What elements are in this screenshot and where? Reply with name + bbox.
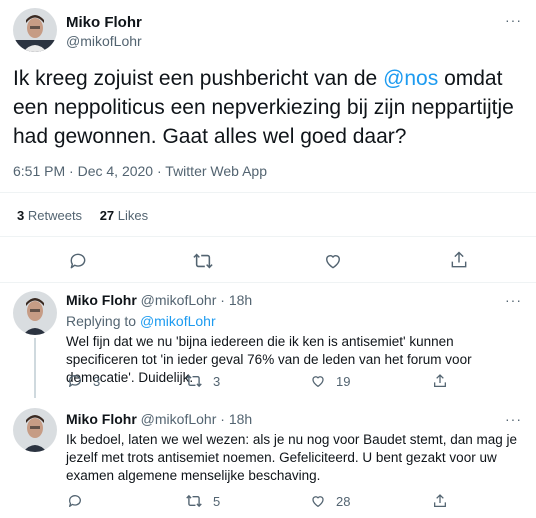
likes-label: Likes xyxy=(117,208,149,223)
reply-icon xyxy=(70,253,86,269)
retweet-icon xyxy=(186,374,202,388)
retweet-button[interactable]: 3 xyxy=(185,373,220,389)
avatar[interactable] xyxy=(13,8,57,52)
reply-age[interactable]: 18h xyxy=(229,411,252,427)
reply-icon xyxy=(69,375,81,387)
replying-label: Replying to xyxy=(66,313,137,329)
tweet-meta: 6:51 PM · Dec 4, 2020 · Twitter Web App xyxy=(13,163,267,179)
divider xyxy=(0,192,536,193)
share-icon xyxy=(434,494,446,507)
tweet-time[interactable]: 6:51 PM xyxy=(13,163,65,179)
divider xyxy=(0,282,536,283)
meta-separator: · xyxy=(156,163,162,179)
thread-line xyxy=(34,338,36,398)
retweet-count: 3 xyxy=(213,373,221,389)
reply-header: Miko Flohr @mikofLohr · 18h xyxy=(66,292,252,308)
tweet-source: Twitter Web App xyxy=(165,163,267,179)
meta-separator: · xyxy=(69,163,74,179)
like-button[interactable]: 28 xyxy=(310,493,350,509)
author-name[interactable]: Miko Flohr xyxy=(66,411,137,427)
like-button[interactable]: 19 xyxy=(310,373,350,389)
reply-count: 3 xyxy=(93,373,101,389)
like-button[interactable] xyxy=(323,251,343,271)
meta-separator: · xyxy=(220,292,225,308)
more-options-icon[interactable]: ··· xyxy=(505,292,522,308)
tweet-text-part1: Ik kreeg zojuist een pushbericht van de xyxy=(13,67,384,90)
retweet-button[interactable]: 5 xyxy=(185,493,220,509)
share-button[interactable] xyxy=(449,250,469,270)
retweets-count: 3 xyxy=(17,208,25,223)
heart-icon xyxy=(312,376,324,387)
more-options-icon[interactable]: ··· xyxy=(505,12,522,28)
share-icon xyxy=(434,374,446,387)
author-handle[interactable]: @mikofLohr xyxy=(141,411,217,427)
heart-icon xyxy=(326,255,340,269)
more-options-icon[interactable]: ··· xyxy=(505,411,522,427)
replying-to-link[interactable]: @mikofLohr xyxy=(140,313,216,329)
reply-text: Ik bedoel, laten we wel wezen: als je nu… xyxy=(66,432,518,483)
author-name[interactable]: Miko Flohr xyxy=(66,292,137,308)
heart-icon xyxy=(312,496,324,507)
author-handle[interactable]: @mikofLohr xyxy=(141,292,217,308)
tweet-date[interactable]: Dec 4, 2020 xyxy=(78,163,154,179)
reply-icon xyxy=(69,495,81,507)
share-button[interactable] xyxy=(432,373,448,389)
divider xyxy=(0,236,536,237)
tweet-stats: 3 Retweets 27 Likes xyxy=(17,208,148,223)
reply-button[interactable] xyxy=(67,493,93,509)
like-count: 28 xyxy=(336,493,351,509)
author-handle[interactable]: @mikofLohr xyxy=(66,33,142,49)
avatar[interactable] xyxy=(13,408,57,452)
reply-button[interactable]: 3 xyxy=(67,373,100,389)
reply-age[interactable]: 18h xyxy=(229,292,252,308)
reply-button[interactable] xyxy=(68,251,88,271)
meta-separator: · xyxy=(220,411,225,427)
like-count: 19 xyxy=(336,373,351,389)
share-button[interactable] xyxy=(432,493,448,509)
retweet-count: 5 xyxy=(213,493,221,509)
retweet-icon xyxy=(193,253,213,269)
retweet-icon xyxy=(186,494,202,508)
likes-count: 27 xyxy=(99,208,115,223)
retweet-button[interactable] xyxy=(192,251,214,271)
replying-to: Replying to @mikofLohr xyxy=(66,313,216,329)
mention-link[interactable]: @nos xyxy=(383,67,438,90)
retweets-label: Retweets xyxy=(27,208,83,223)
reply-header: Miko Flohr @mikofLohr · 18h xyxy=(66,411,252,427)
avatar[interactable] xyxy=(13,291,57,335)
share-icon xyxy=(451,251,467,268)
reply-text: Wel fijn dat we nu 'bijna iedereen die i… xyxy=(66,334,472,385)
likes-stat[interactable]: 27 Likes xyxy=(100,208,148,223)
retweets-stat[interactable]: 3 Retweets xyxy=(17,208,86,223)
author-name[interactable]: Miko Flohr xyxy=(66,14,142,31)
tweet-text: Ik kreeg zojuist een pushbericht van de … xyxy=(13,64,523,151)
